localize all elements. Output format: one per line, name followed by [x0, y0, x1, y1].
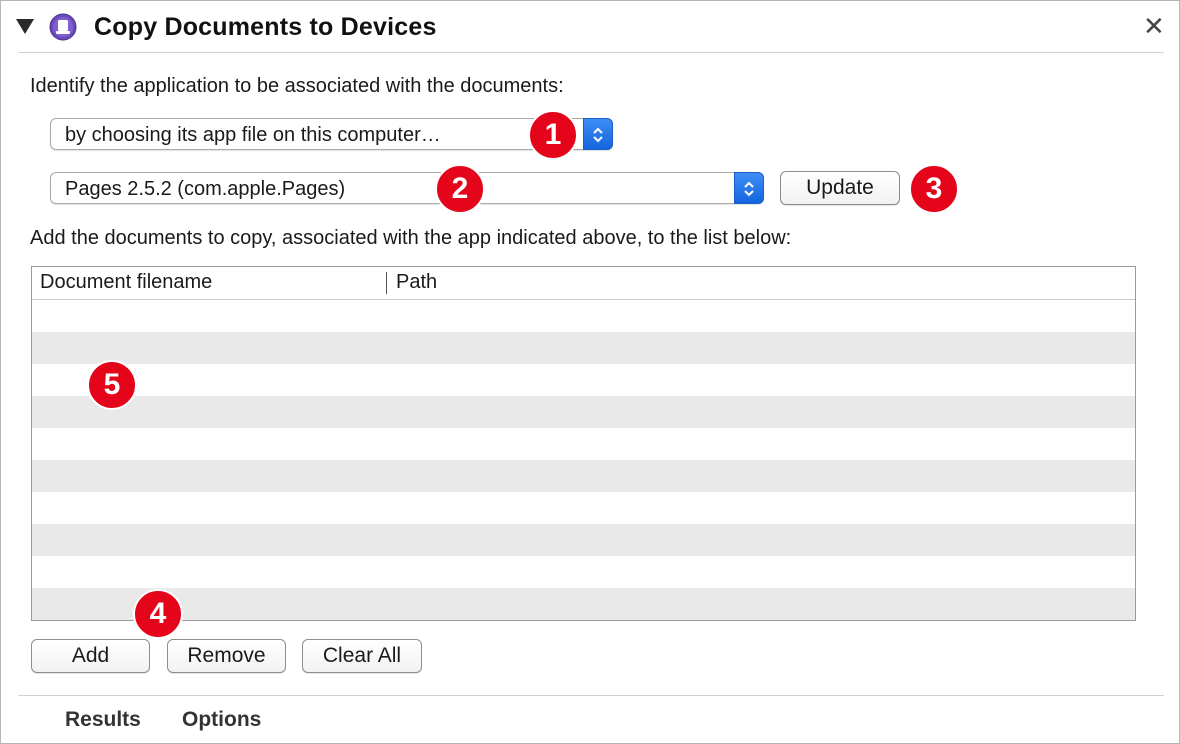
table-header: Document filename Path [32, 267, 1135, 300]
callout-badge-2: 2 [435, 164, 485, 214]
tab-results[interactable]: Results [65, 708, 141, 732]
table-row[interactable] [32, 332, 1135, 364]
column-header-filename[interactable]: Document filename [40, 271, 212, 294]
footer-divider [18, 695, 1164, 696]
table-row[interactable] [32, 428, 1135, 460]
header-divider [18, 52, 1164, 53]
column-separator[interactable] [386, 272, 387, 294]
remove-button[interactable]: Remove [167, 639, 286, 673]
automator-device-icon [49, 13, 77, 41]
table-row[interactable] [32, 556, 1135, 588]
table-row[interactable] [32, 524, 1135, 556]
action-header: Copy Documents to Devices ✕ [1, 1, 1179, 53]
table-row[interactable] [32, 492, 1135, 524]
table-row[interactable] [32, 588, 1135, 620]
callout-badge-4: 4 [133, 589, 183, 639]
app-popup-value: Pages 2.5.2 (com.apple.Pages) [65, 178, 346, 200]
table-row[interactable] [32, 396, 1135, 428]
popup-stepper-icon [583, 118, 613, 150]
documents-table[interactable]: Document filename Path [31, 266, 1136, 621]
action-panel: Copy Documents to Devices ✕ Identify the… [0, 0, 1180, 744]
app-popup[interactable]: Pages 2.5.2 (com.apple.Pages) [50, 172, 764, 204]
clear-all-button[interactable]: Clear All [302, 639, 422, 673]
method-popup-value: by choosing its app file on this compute… [65, 124, 441, 146]
documents-prompt-label: Add the documents to copy, associated wi… [30, 227, 792, 249]
table-rows [32, 300, 1135, 620]
callout-badge-1: 1 [528, 110, 578, 160]
callout-badge-3: 3 [909, 164, 959, 214]
action-title: Copy Documents to Devices [94, 13, 437, 41]
popup-stepper-icon [734, 172, 764, 204]
disclosure-triangle-icon[interactable] [16, 19, 34, 34]
app-prompt-label: Identify the application to be associate… [30, 75, 564, 97]
update-button[interactable]: Update [780, 171, 900, 205]
table-row[interactable] [32, 300, 1135, 332]
column-header-path[interactable]: Path [396, 271, 437, 294]
table-row[interactable] [32, 364, 1135, 396]
table-row[interactable] [32, 460, 1135, 492]
add-button[interactable]: Add [31, 639, 150, 673]
callout-badge-5: 5 [87, 360, 137, 410]
tab-options[interactable]: Options [182, 708, 261, 732]
close-icon[interactable]: ✕ [1143, 13, 1165, 39]
